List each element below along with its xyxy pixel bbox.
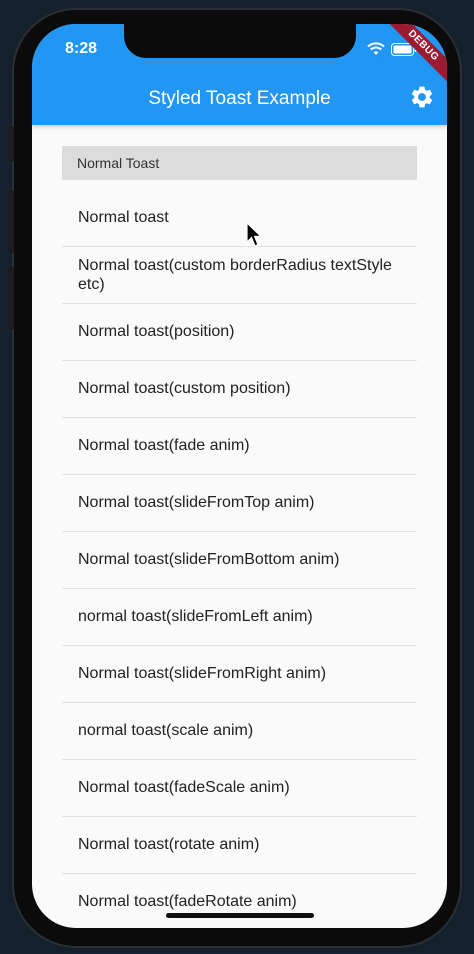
list-item-slide-from-right[interactable]: Normal toast(slideFromRight anim) [62, 646, 417, 703]
list-item-slide-from-top[interactable]: Normal toast(slideFromTop anim) [62, 475, 417, 532]
list-item-position[interactable]: Normal toast(position) [62, 304, 417, 361]
list-item-custom-border-radius[interactable]: Normal toast(custom borderRadius textSty… [62, 247, 417, 304]
mouse-cursor-icon [246, 221, 264, 253]
volume-up-button [8, 190, 14, 254]
volume-down-button [8, 266, 14, 330]
page-title: Styled Toast Example [148, 88, 331, 109]
list-item-slide-from-bottom[interactable]: Normal toast(slideFromBottom anim) [62, 532, 417, 589]
list-item-fade-anim[interactable]: Normal toast(fade anim) [62, 418, 417, 475]
list-item-scale-anim[interactable]: normal toast(scale anim) [62, 703, 417, 760]
device-screen: 8:28 DEBUG Styled Toast Example Normal T… [32, 24, 447, 928]
list-item-normal-toast[interactable]: Normal toast [62, 190, 417, 247]
section-header: Normal Toast [62, 146, 417, 180]
list-item-fade-rotate[interactable]: Normal toast(fadeRotate anim) [62, 874, 417, 928]
list-item-slide-from-left[interactable]: normal toast(slideFromLeft anim) [62, 589, 417, 646]
mute-switch [8, 126, 14, 162]
notch [124, 24, 356, 58]
list-item-custom-position[interactable]: Normal toast(custom position) [62, 361, 417, 418]
wifi-icon [367, 42, 385, 56]
status-time: 8:28 [65, 40, 98, 57]
list-item-fade-scale[interactable]: Normal toast(fadeScale anim) [62, 760, 417, 817]
home-indicator[interactable] [166, 913, 314, 918]
settings-gear-icon[interactable] [409, 84, 435, 110]
app-bar: 8:28 DEBUG Styled Toast Example [32, 24, 447, 125]
list-item-rotate-anim[interactable]: Normal toast(rotate anim) [62, 817, 417, 874]
toast-options-list: Normal toast Normal toast(custom borderR… [62, 190, 417, 928]
